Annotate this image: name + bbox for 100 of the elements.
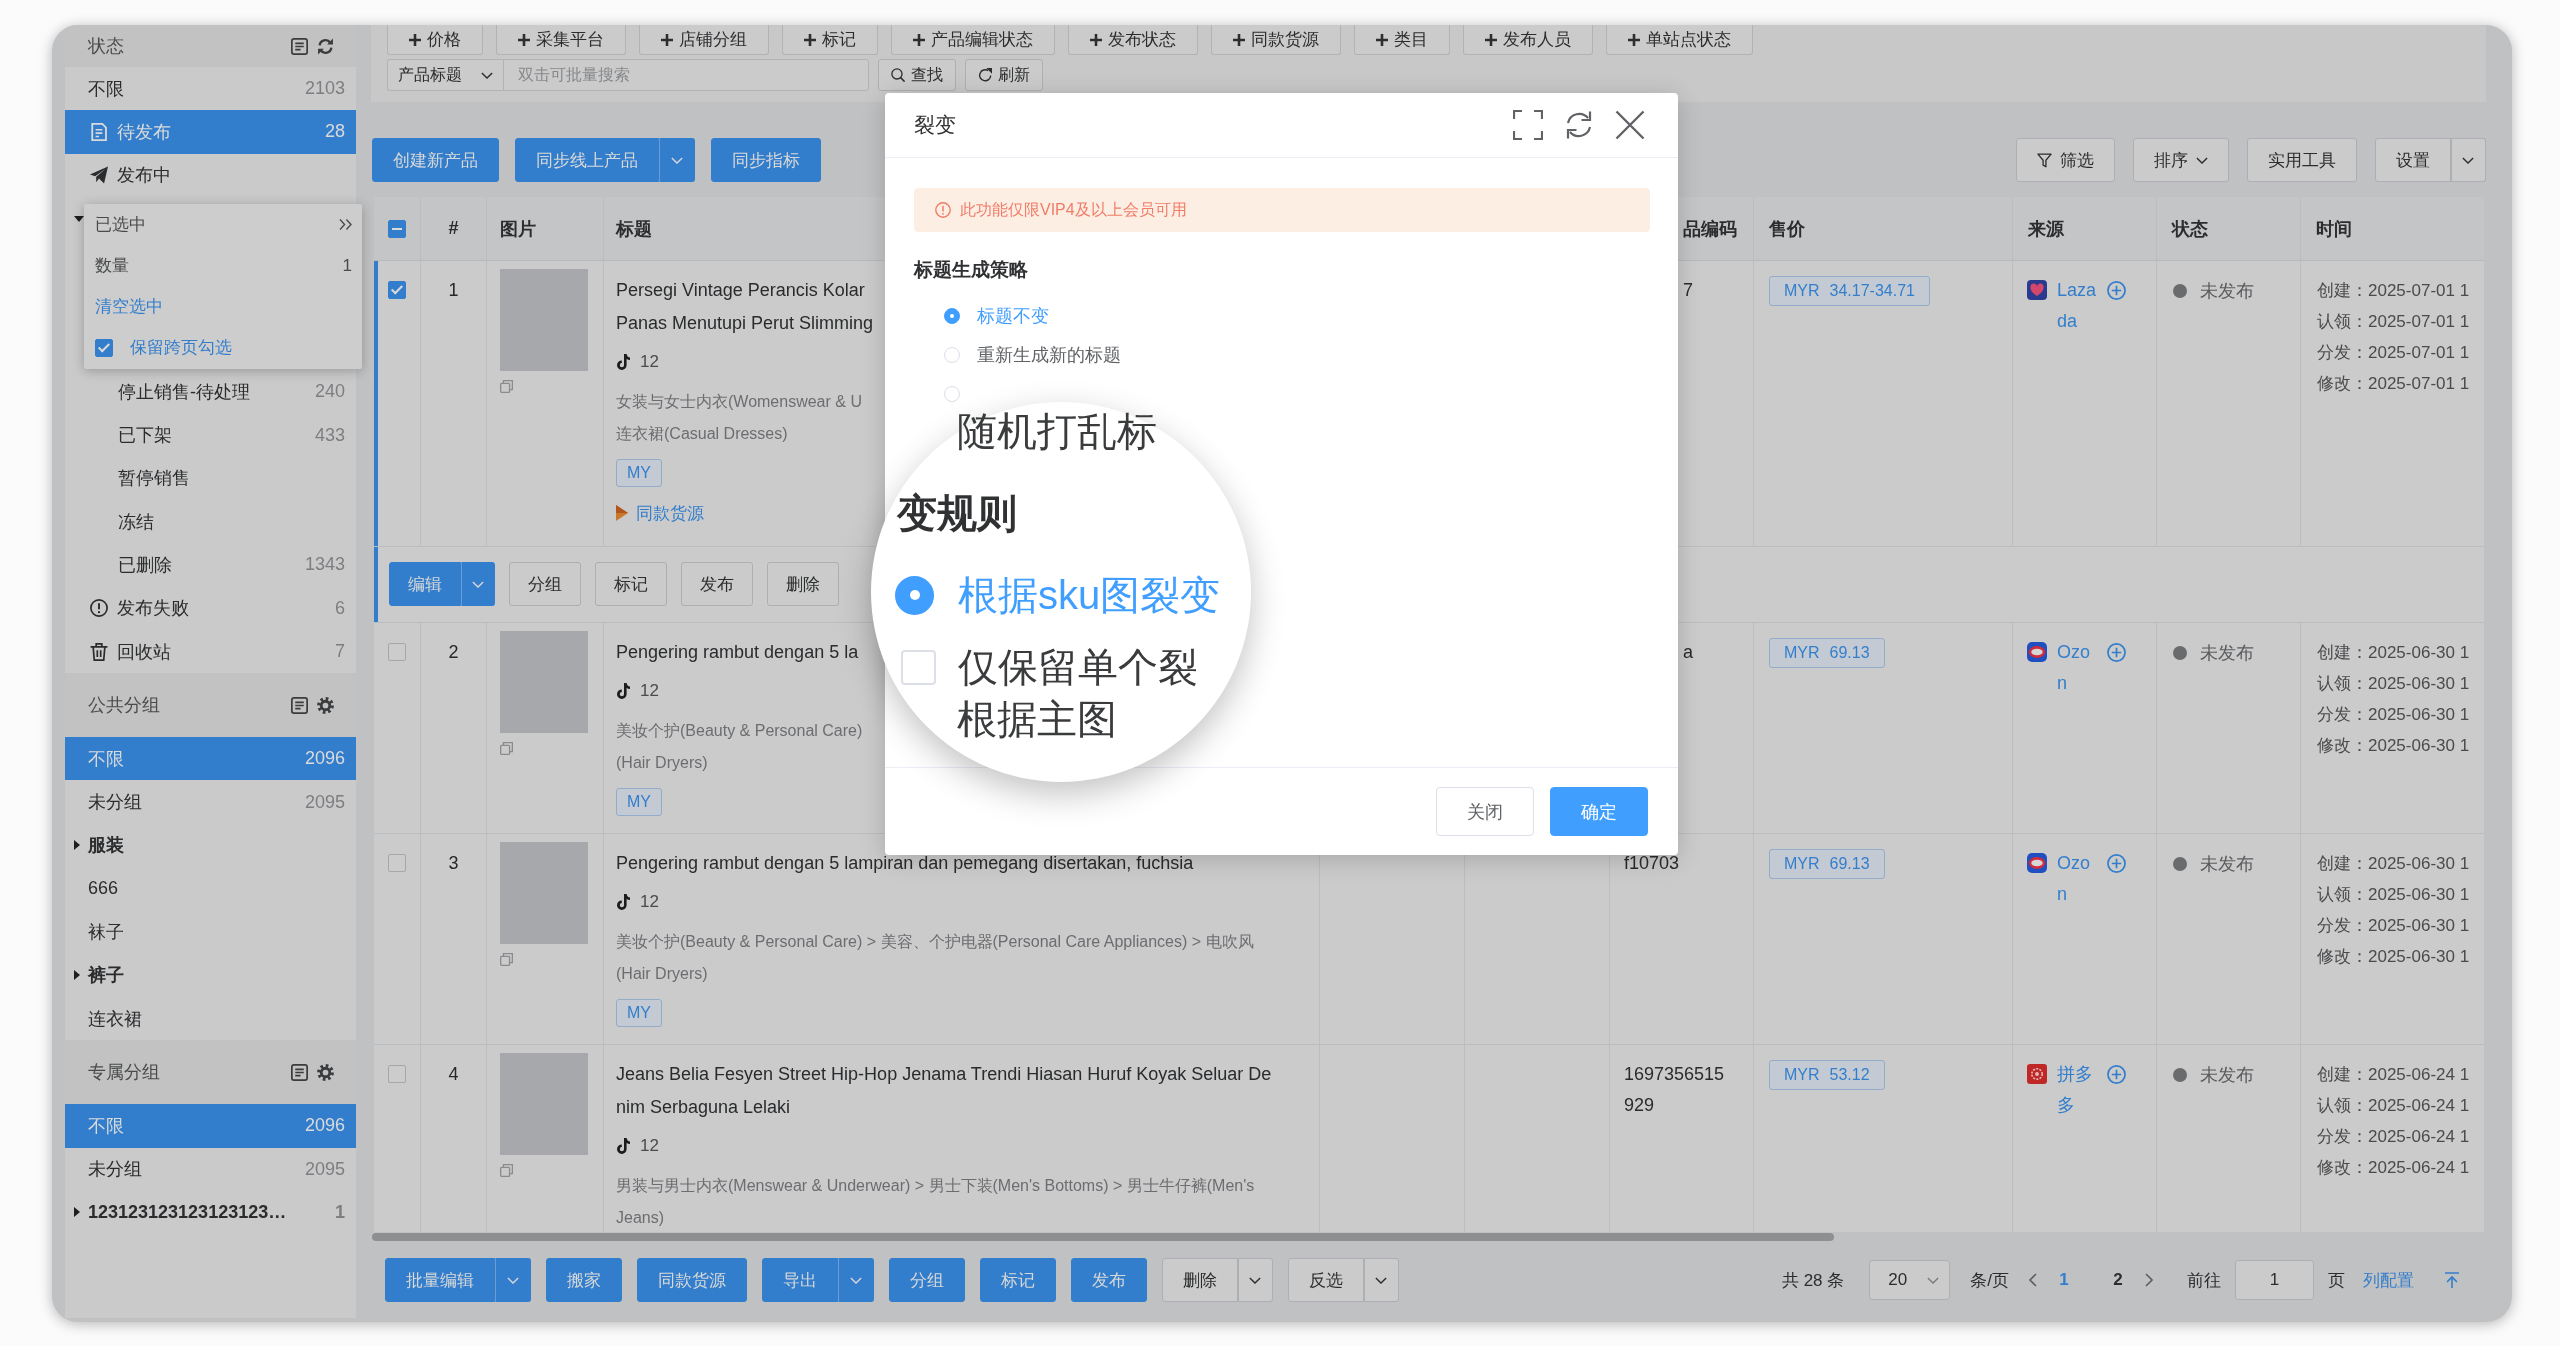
- toolbar-button[interactable]: 设置: [2375, 138, 2451, 182]
- sidebar-item[interactable]: 已删除 1343: [65, 543, 356, 587]
- sidebar-item[interactable]: 发布中: [65, 153, 356, 197]
- toolbar-button[interactable]: 筛选: [2016, 138, 2115, 182]
- sidebar-item[interactable]: 未分组 2095: [65, 780, 356, 824]
- settings-icon[interactable]: [317, 1063, 334, 1081]
- dropdown-button[interactable]: [2451, 138, 2486, 182]
- copy-icon[interactable]: [500, 953, 513, 966]
- time-text: 修改：2025-06-30 1: [2317, 946, 2470, 968]
- list-box-icon[interactable]: [291, 37, 308, 55]
- close-icon[interactable]: [1615, 110, 1645, 140]
- filter-tag-button[interactable]: 类目: [1354, 25, 1450, 55]
- radio-button[interactable]: [944, 307, 960, 324]
- section-title: 专属分组: [88, 1061, 160, 1085]
- copy-icon[interactable]: [500, 380, 513, 393]
- sidebar-item[interactable]: 停止销售-待处理 240: [65, 370, 356, 414]
- sidebar-item[interactable]: 回收站 7: [65, 629, 356, 674]
- item-count: 1343: [304, 554, 345, 576]
- filter-tag-button[interactable]: 单站点状态: [1606, 25, 1753, 55]
- filter-tag-button[interactable]: 发布状态: [1068, 25, 1198, 55]
- sidebar-item[interactable]: 不限 2103: [65, 67, 356, 111]
- row-action-button[interactable]: 分组: [509, 562, 581, 606]
- field-select[interactable]: 产品标题: [387, 59, 503, 91]
- search-input[interactable]: 双击可批量搜索: [503, 59, 869, 91]
- double-chevron-icon[interactable]: [339, 219, 352, 230]
- settings-icon[interactable]: [317, 696, 334, 714]
- caret-right-icon[interactable]: [74, 1207, 80, 1218]
- copy-icon[interactable]: [500, 742, 513, 755]
- add-circle-icon[interactable]: [2107, 854, 2126, 873]
- dialog-button[interactable]: 关闭: [1436, 787, 1534, 836]
- filter-tag-button[interactable]: 发布人员: [1463, 25, 1593, 55]
- filter-tag-button[interactable]: 产品编辑状态: [891, 25, 1055, 55]
- row-checkbox[interactable]: [388, 1065, 406, 1083]
- row-action-button[interactable]: 删除: [767, 562, 839, 606]
- row-action-button[interactable]: 标记: [595, 562, 667, 606]
- sidebar-item[interactable]: 暂停销售: [65, 456, 356, 500]
- filter-tag-button[interactable]: 标记: [782, 25, 878, 55]
- dropdown-button[interactable]: [495, 1258, 531, 1302]
- row-action-button[interactable]: 发布: [681, 562, 753, 606]
- bulk-action-button[interactable]: 删除: [1162, 1258, 1238, 1302]
- row-checkbox[interactable]: [388, 643, 406, 661]
- search-bar-button[interactable]: 刷新: [965, 59, 1043, 91]
- section-title: 公共分组: [88, 694, 160, 718]
- add-circle-icon[interactable]: [2107, 1065, 2126, 1084]
- row-checkbox[interactable]: [388, 854, 406, 872]
- sidebar-item[interactable]: 裤子: [65, 953, 356, 997]
- to-top-icon[interactable]: [2444, 1272, 2460, 1288]
- caret-down-icon: [671, 156, 683, 164]
- page-size-unit: 条/页: [1970, 1269, 2009, 1292]
- filter-tag-button[interactable]: 店铺分组: [639, 25, 769, 55]
- page-button[interactable]: 2: [2112, 1270, 2124, 1290]
- option-label[interactable]: 重新生成新的标题: [977, 342, 1121, 367]
- filter-tag-button[interactable]: 价格: [387, 25, 483, 55]
- list-box-icon[interactable]: [291, 696, 308, 714]
- dropdown-button[interactable]: [1238, 1258, 1273, 1302]
- sidebar-item[interactable]: 666: [65, 867, 356, 911]
- sidebar-item[interactable]: 服装: [65, 823, 356, 868]
- category-path: 美妆个护(Beauty & Personal Care) > 美容、个护电器(Personal Care Appliances) > 电吹风 (Hair Dryers): [616, 932, 1254, 984]
- scrollbar-thumb[interactable]: [372, 1233, 1834, 1241]
- goto-page-input[interactable]: 1: [2235, 1260, 2314, 1300]
- toolbar-button[interactable]: 实用工具: [2247, 138, 2357, 182]
- select-all-checkbox[interactable]: [388, 219, 406, 238]
- item-count: 2096: [304, 748, 345, 770]
- chevron-right-icon[interactable]: [2145, 1273, 2153, 1287]
- copy-icon[interactable]: [500, 1164, 513, 1177]
- sidebar-item[interactable]: 123123123123123123… 1: [65, 1190, 356, 1235]
- radio-button[interactable]: [895, 575, 934, 615]
- add-circle-icon[interactable]: [2107, 643, 2126, 662]
- caret-right-icon[interactable]: [74, 840, 80, 851]
- sidebar-item[interactable]: 冻结: [65, 499, 356, 544]
- dropdown-button[interactable]: [838, 1258, 874, 1302]
- music-note-icon: [616, 354, 630, 370]
- add-circle-icon[interactable]: [2107, 281, 2126, 300]
- sidebar-item[interactable]: 未分组 2095: [65, 1147, 356, 1191]
- sidebar-item[interactable]: 发布失败 6: [65, 586, 356, 630]
- sidebar-item[interactable]: 袜子: [65, 910, 356, 954]
- option-label[interactable]: 仅保留单个裂: [958, 639, 1198, 695]
- sidebar-item[interactable]: 连衣裙: [65, 996, 356, 1041]
- dropdown-button[interactable]: [659, 138, 695, 182]
- filter-tag-button[interactable]: 同款货源: [1211, 25, 1341, 55]
- ring-logo-icon: [2027, 642, 2047, 662]
- filter-tag-button[interactable]: 采集平台: [496, 25, 626, 55]
- fullscreen-icon[interactable]: [1513, 110, 1543, 140]
- refresh-icon[interactable]: [317, 37, 334, 55]
- row-checkbox[interactable]: [388, 281, 406, 299]
- toolbar-button[interactable]: 排序: [2133, 138, 2229, 182]
- chevron-left-icon[interactable]: [2029, 1273, 2037, 1287]
- caret-down-icon[interactable]: [74, 215, 84, 222]
- bulk-action-button[interactable]: 反选: [1288, 1258, 1364, 1302]
- dropdown-button[interactable]: [461, 562, 495, 606]
- sidebar-item[interactable]: 已下架 433: [65, 413, 356, 457]
- search-bar-button[interactable]: 查找: [878, 59, 956, 91]
- dropdown-button[interactable]: [1364, 1258, 1399, 1302]
- caret-right-icon[interactable]: [74, 970, 80, 981]
- alert-circle-icon: [90, 599, 108, 618]
- plus-icon: [1376, 33, 1388, 46]
- refresh-icon[interactable]: [1564, 110, 1594, 140]
- checkbox[interactable]: [95, 338, 113, 357]
- list-box-icon[interactable]: [291, 1063, 308, 1081]
- page-size-select[interactable]: 20: [1869, 1260, 1951, 1300]
